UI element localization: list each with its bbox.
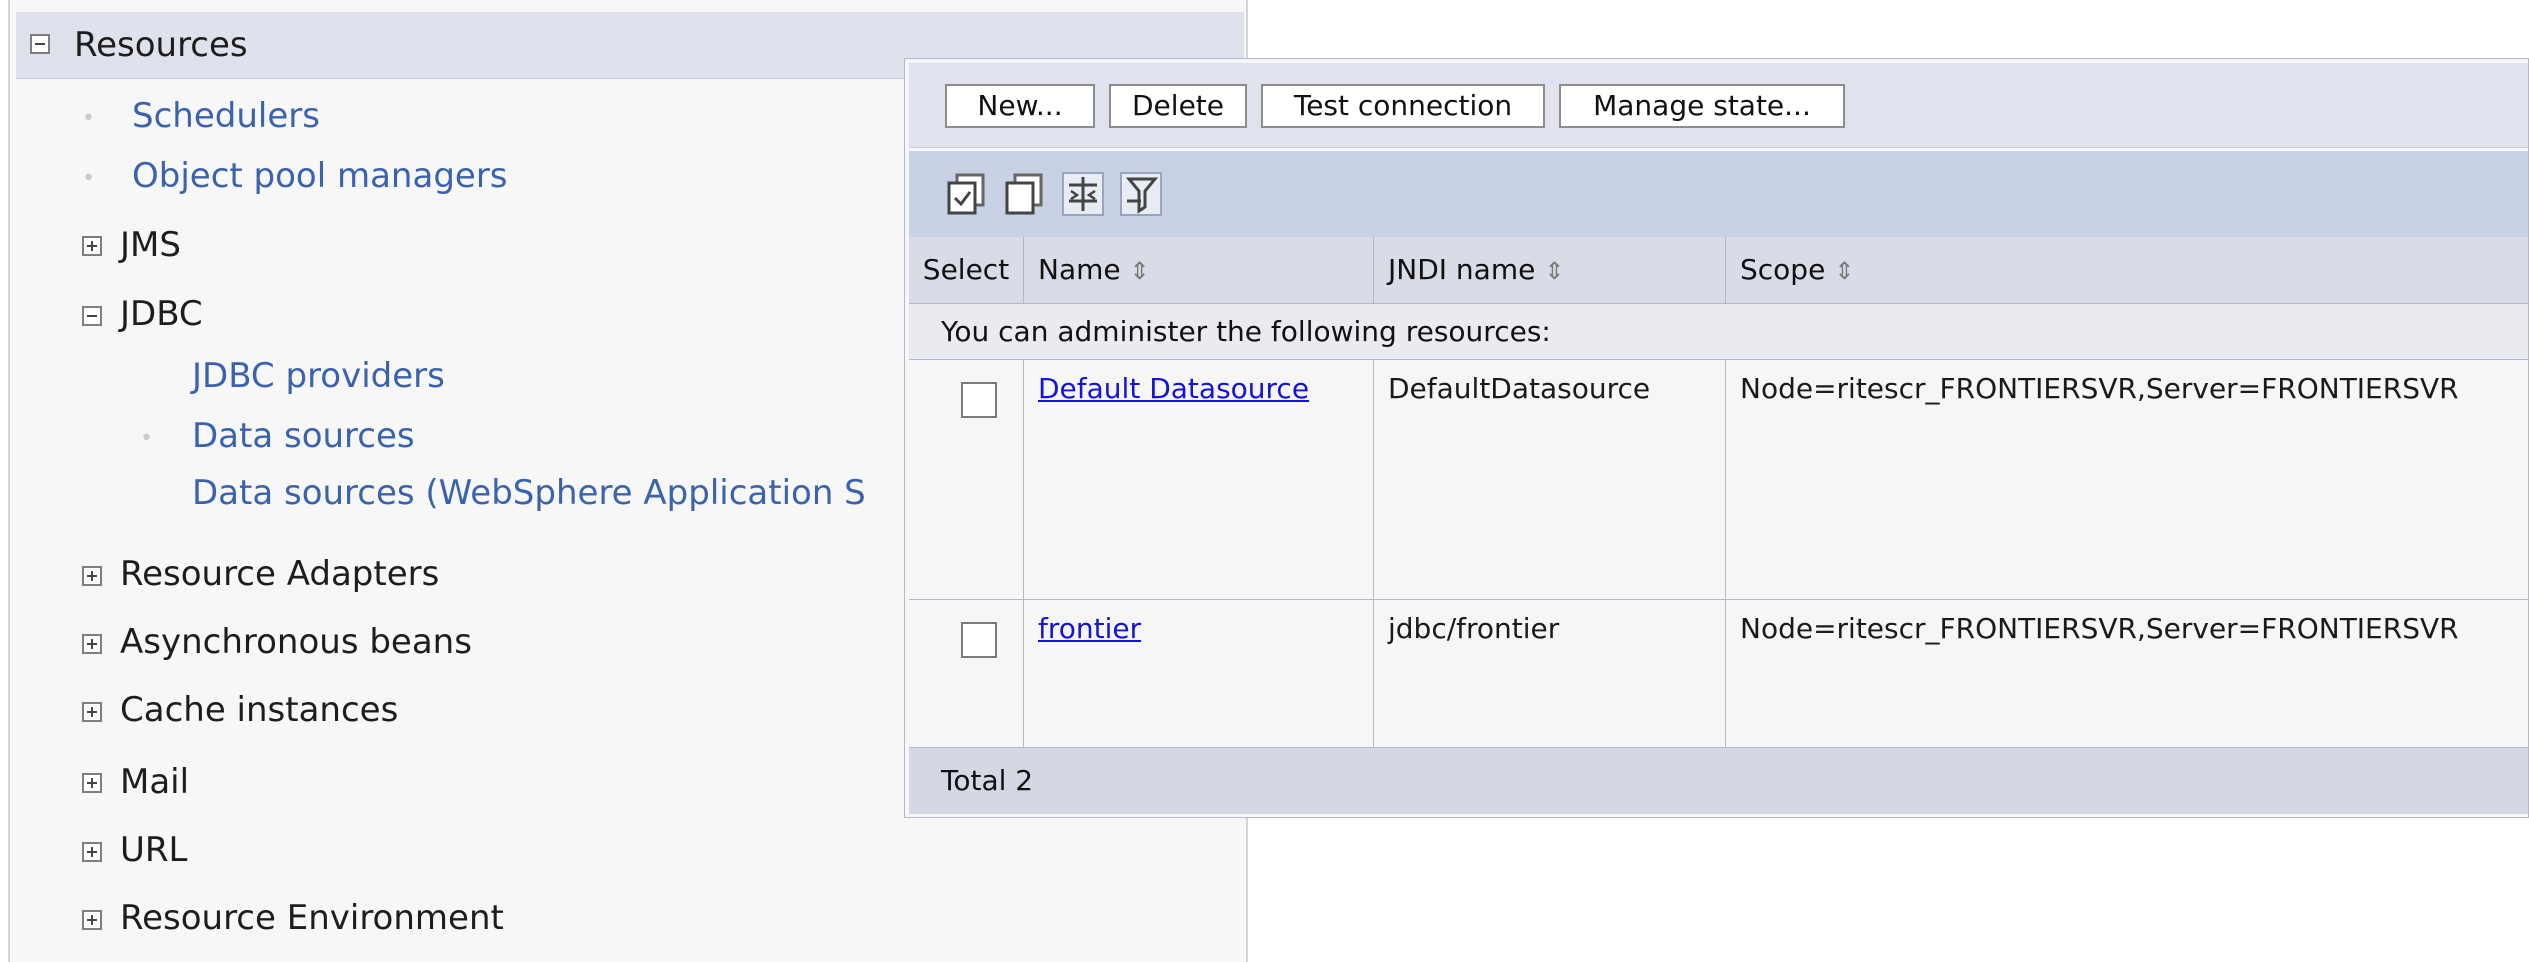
nav-category-resource-environment[interactable]: Resource Environment: [120, 898, 504, 938]
row-checkbox[interactable]: [961, 382, 997, 418]
jndi-value: jdbc/frontier: [1388, 612, 1560, 645]
nav-category-asynchronous-beans[interactable]: Asynchronous beans: [120, 622, 472, 662]
clear-filter-icon[interactable]: [1119, 171, 1163, 217]
expand-icon[interactable]: [82, 702, 102, 722]
bullet-icon: •: [82, 166, 95, 191]
column-header-name[interactable]: Name ⇕: [1023, 237, 1374, 303]
nav-category-url[interactable]: URL: [120, 830, 187, 870]
column-header-scope-label: Scope: [1740, 253, 1826, 286]
resource-link-frontier[interactable]: frontier: [1038, 612, 1141, 645]
admin-note: You can administer the following resourc…: [941, 315, 1551, 348]
column-header-select-label: Select: [922, 253, 1010, 286]
collapse-icon[interactable]: [30, 34, 50, 54]
jndi-value: DefaultDatasource: [1388, 372, 1651, 405]
scope-value: Node=ritescr_FRONTIERSVR,Server=FRONTIER…: [1740, 372, 2459, 405]
nav-link-schedulers[interactable]: Schedulers: [132, 96, 320, 136]
column-header-jndi-label: JNDI name: [1388, 253, 1536, 286]
sort-icon[interactable]: ⇕: [1834, 257, 1854, 285]
nav-link-data-sources-was[interactable]: Data sources (WebSphere Application S: [192, 473, 866, 513]
table-icon-toolbar: [909, 151, 2528, 237]
new-button[interactable]: New...: [945, 84, 1095, 128]
expand-icon[interactable]: [82, 566, 102, 586]
table-row-name-cell: frontier: [1023, 599, 1373, 747]
resources-table: Select Name ⇕ JNDI name ⇕ Scope ⇕ You ca…: [909, 237, 2528, 747]
column-header-jndi[interactable]: JNDI name ⇕: [1373, 237, 1726, 303]
nav-link-object-pool-managers[interactable]: Object pool managers: [132, 156, 508, 196]
resources-header-label: Resources: [74, 25, 248, 65]
nav-category-resource-adapters[interactable]: Resource Adapters: [120, 554, 439, 594]
nav-category-jms[interactable]: JMS: [120, 225, 181, 265]
table-row-scope-cell: Node=ritescr_FRONTIERSVR,Server=FRONTIER…: [1725, 599, 2528, 747]
scope-value: Node=ritescr_FRONTIERSVR,Server=FRONTIER…: [1740, 612, 2459, 645]
sort-icon[interactable]: ⇕: [1130, 257, 1150, 285]
column-header-name-label: Name: [1038, 253, 1121, 286]
delete-button[interactable]: Delete: [1109, 84, 1247, 128]
table-row-jndi-cell: DefaultDatasource: [1373, 359, 1725, 599]
expand-icon[interactable]: [82, 773, 102, 793]
table-row-name-cell: Default Datasource: [1023, 359, 1373, 599]
column-header-scope[interactable]: Scope ⇕: [1725, 237, 2528, 303]
expand-icon[interactable]: [82, 236, 102, 256]
bullet-icon: •: [140, 426, 153, 451]
table-row-jndi-cell: jdbc/frontier: [1373, 599, 1725, 747]
total-count: Total 2: [941, 764, 1034, 797]
collapse-icon[interactable]: [82, 306, 102, 326]
expand-icon[interactable]: [82, 634, 102, 654]
show-filter-icon[interactable]: [1061, 171, 1105, 217]
expand-icon[interactable]: [82, 842, 102, 862]
bullet-icon: •: [82, 106, 95, 131]
select-all-icon[interactable]: [945, 171, 989, 217]
sort-icon[interactable]: ⇕: [1544, 257, 1564, 285]
data-sources-panel: New... Delete Test connection Manage sta…: [904, 58, 2529, 818]
table-row-select-cell: [909, 359, 1023, 599]
action-toolbar: New... Delete Test connection Manage sta…: [909, 63, 2528, 148]
nav-link-jdbc-providers[interactable]: JDBC providers: [192, 356, 445, 396]
column-header-select: Select: [909, 237, 1023, 303]
table-row-scope-cell: Node=ritescr_FRONTIERSVR,Server=FRONTIER…: [1725, 359, 2528, 599]
table-row-select-cell: [909, 599, 1023, 747]
nav-category-jdbc[interactable]: JDBC: [120, 294, 203, 334]
manage-state-button[interactable]: Manage state...: [1559, 84, 1845, 128]
expand-icon[interactable]: [82, 910, 102, 930]
test-connection-button[interactable]: Test connection: [1261, 84, 1545, 128]
row-checkbox[interactable]: [961, 622, 997, 658]
deselect-all-icon[interactable]: [1003, 171, 1047, 217]
resource-link-default-datasource[interactable]: Default Datasource: [1038, 372, 1309, 405]
table-footer: Total 2: [909, 747, 2528, 814]
admin-note-row: You can administer the following resourc…: [909, 303, 2528, 360]
nav-category-mail[interactable]: Mail: [120, 762, 189, 802]
nav-category-cache-instances[interactable]: Cache instances: [120, 690, 398, 730]
nav-link-data-sources[interactable]: Data sources: [192, 416, 415, 456]
